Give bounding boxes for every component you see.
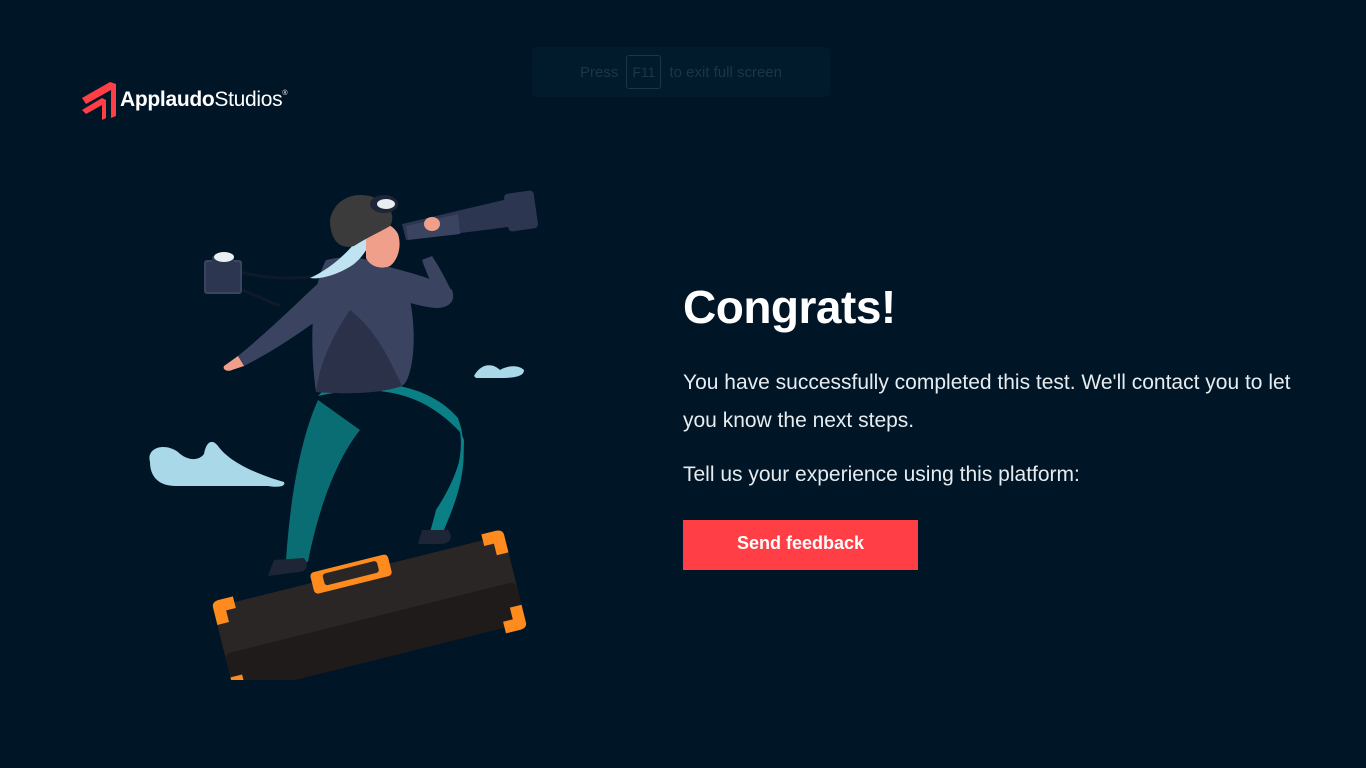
completion-message: You have successfully completed this tes… [683, 371, 1291, 432]
logo-text-bold: Applaudo [120, 88, 215, 111]
fullscreen-exit-hint: Press F11 to exit full screen [532, 47, 830, 97]
congrats-page: Press F11 to exit full screen ApplaudoSt… [0, 0, 1366, 768]
applaudo-logo-icon [82, 82, 116, 120]
fullscreen-hint-suffix: to exit full screen [669, 63, 782, 81]
congrats-content: Congrats! You have successfully complete… [683, 280, 1323, 570]
f11-key: F11 [626, 55, 662, 89]
explorer-with-telescope-on-suitcase-illustration [149, 190, 538, 680]
fullscreen-hint-prefix: Press [580, 63, 619, 81]
logo-registered-mark: ® [282, 90, 288, 97]
feedback-prompt: Tell us your experience using this platf… [683, 463, 1080, 486]
logo-text-regular: Studios [214, 88, 283, 111]
logo-text: ApplaudoStudios® [120, 88, 288, 112]
send-feedback-button[interactable]: Send feedback [683, 520, 918, 570]
applaudo-logo: ApplaudoStudios® [80, 80, 288, 120]
page-title: Congrats! [683, 281, 896, 333]
